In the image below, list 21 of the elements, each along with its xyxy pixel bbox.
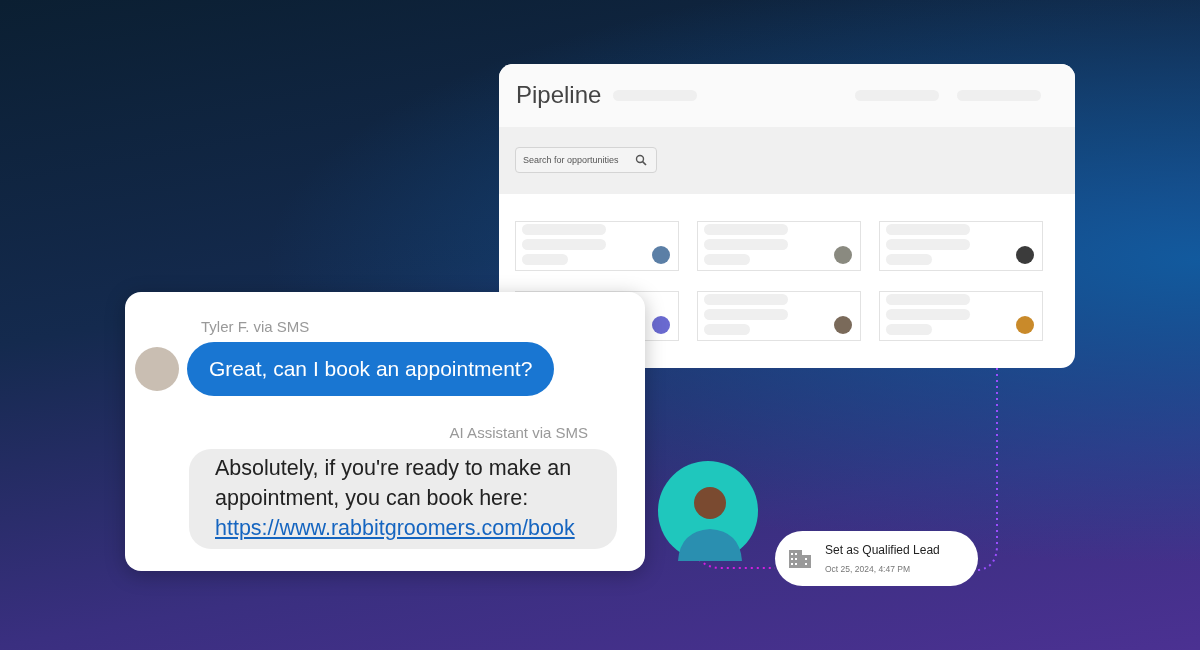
event-title: Set as Qualified Lead: [825, 543, 940, 557]
booking-link[interactable]: https://www.rabbitgroomers.com/book: [215, 516, 575, 540]
event-time: Oct 25, 2024, 4:47 PM: [825, 564, 912, 574]
avatar-icon: [135, 347, 179, 391]
opportunity-card[interactable]: [879, 221, 1043, 271]
opportunity-card[interactable]: [697, 291, 861, 341]
message-bubble: Great, can I book an appointment?: [187, 342, 555, 396]
sender-label: Tyler F. via SMS: [201, 318, 311, 335]
avatar-icon: [1016, 316, 1034, 334]
avatar-icon: [652, 316, 670, 334]
avatar-icon: [652, 246, 670, 264]
avatar-icon: [1016, 246, 1034, 264]
avatar-icon: [834, 316, 852, 334]
avatar-icon: [834, 246, 852, 264]
search-icon: [635, 154, 647, 167]
sender-label: AI Assistant via SMS: [449, 424, 588, 441]
window-title: Pipeline: [516, 81, 602, 110]
message-bubble: Absolutely, if you're ready to make an appointment, you can book here: https://www.rabbitgroomers.com/book: [189, 449, 617, 549]
agent-avatar-icon: [658, 461, 758, 561]
building-icon: [789, 549, 811, 568]
search-field[interactable]: Search for opportunities: [515, 147, 657, 174]
